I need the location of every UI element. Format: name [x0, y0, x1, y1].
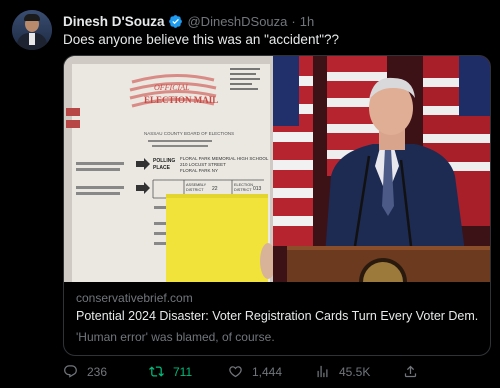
ballot-illustration: OFFICIAL ELECTION MAIL NASSAU COUNTY BOA…	[64, 56, 273, 282]
svg-text:PLACE: PLACE	[153, 165, 171, 171]
ballot-district-value: 22	[212, 186, 218, 192]
card-image: OFFICIAL ELECTION MAIL NASSAU COUNTY BOA…	[64, 56, 490, 282]
avatar-hair	[24, 14, 40, 21]
author-name[interactable]: Dinesh D'Souza	[63, 14, 164, 29]
share-icon	[404, 365, 417, 378]
ballot-election-value: 013	[253, 186, 262, 192]
tweet-actions: 236 711 1,444 45.5K	[63, 364, 489, 384]
views-button[interactable]: 45.5K	[315, 364, 370, 379]
svg-text:POLLING: POLLING	[153, 158, 175, 164]
ballot-polling-city: FLORAL PARK NY	[180, 168, 218, 173]
ballot-polling-value: FLORAL PARK MEMORIAL HIGH SCHOOL	[180, 156, 269, 161]
tweet-text: Does anyone believe this was an "acciden…	[63, 32, 340, 47]
like-button[interactable]: 1,444	[228, 364, 282, 379]
avatar[interactable]	[12, 10, 52, 50]
verified-badge-icon	[169, 14, 183, 28]
link-card[interactable]: OFFICIAL ELECTION MAIL NASSAU COUNTY BOA…	[63, 55, 491, 356]
reply-button[interactable]: 236	[63, 364, 107, 379]
tweet[interactable]: Dinesh D'Souza @DineshDSouza · 1h Does a…	[0, 0, 500, 388]
tweet-timestamp[interactable]: 1h	[300, 14, 314, 29]
views-count: 45.5K	[339, 364, 371, 379]
svg-text:ASSEMBLY: ASSEMBLY	[186, 183, 207, 187]
reply-count: 236	[87, 364, 108, 379]
reply-icon	[64, 365, 77, 378]
heart-icon	[229, 366, 242, 378]
ballot-header: OFFICIAL	[154, 83, 190, 92]
card-title[interactable]: Potential 2024 Disaster: Voter Registrat…	[76, 309, 478, 323]
tweet-header: Dinesh D'Souza @DineshDSouza · 1h	[63, 12, 314, 30]
avatar-shirt	[29, 33, 35, 45]
speaker-photo	[273, 56, 490, 282]
card-domain: conservativebrief.com	[76, 291, 193, 305]
ballot-polling-addr: 210 LOCUST STREET	[180, 162, 226, 167]
ballot-header2: ELECTION MAIL	[144, 95, 218, 105]
share-button[interactable]	[403, 364, 418, 379]
retweet-button[interactable]: 711	[149, 364, 192, 379]
svg-text:DISTRICT: DISTRICT	[234, 188, 252, 192]
views-chart-icon	[317, 365, 328, 378]
author-handle[interactable]: @DineshDSouza	[187, 14, 287, 29]
retweet-count: 711	[173, 364, 193, 379]
svg-text:DISTRICT: DISTRICT	[186, 188, 204, 192]
like-count: 1,444	[252, 364, 283, 379]
separator-dot: ·	[291, 13, 296, 29]
card-description: 'Human error' was blamed, of course.	[76, 330, 275, 344]
retweet-icon	[149, 366, 164, 377]
speaker-illustration	[273, 56, 490, 282]
svg-text:ELECTION: ELECTION	[234, 183, 253, 187]
ballot-photo: OFFICIAL ELECTION MAIL NASSAU COUNTY BOA…	[64, 56, 273, 282]
ballot-board: NASSAU COUNTY BOARD OF ELECTIONS	[144, 131, 234, 136]
